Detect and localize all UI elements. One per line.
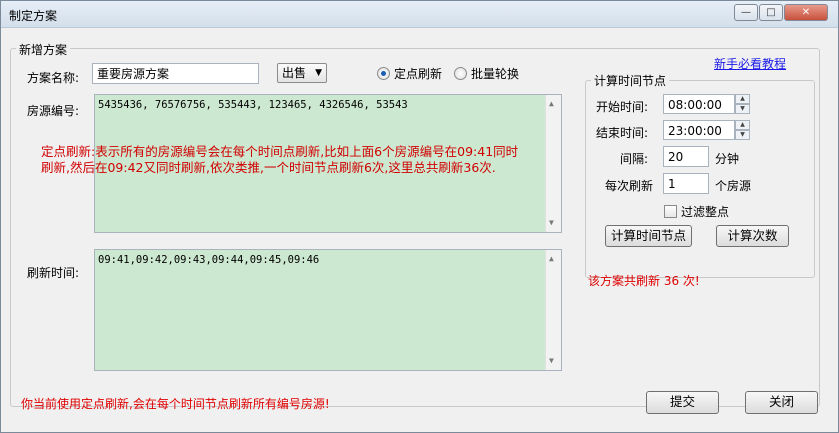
close-button[interactable]: 关闭 [745,391,818,414]
spin-down-icon[interactable]: ▼ [735,130,750,140]
interval-input[interactable]: 20 [663,146,709,167]
checkbox-unchecked-icon [664,205,677,218]
maximize-button[interactable]: □ [759,4,783,21]
close-icon: ✕ [801,7,811,18]
refresh-times-label: 刷新时间: [27,266,80,280]
sale-type-value: 出售 [282,66,307,80]
plan-dialog-window: 制定方案 — □ ✕ 新增方案 方案名称: 重要房源方案 出售 ▼ 定点刷新 批… [0,0,839,433]
radio-selected-icon [377,67,390,80]
start-time-input[interactable]: 08:00:00 [663,94,735,114]
plan-name-input[interactable]: 重要房源方案 [92,63,259,84]
start-time-label: 开始时间: [596,100,649,114]
new-plan-group-title: 新增方案 [16,41,71,58]
title-bar[interactable]: 制定方案 — □ ✕ [1,1,838,28]
explanation-line-2: 刷新,然后在09:42又同时刷新,依次类推,一个时间节点刷新6次,这里总共刷新3… [41,160,496,175]
radio-fixed-refresh[interactable]: 定点刷新 [377,65,442,82]
fixed-refresh-explanation: 定点刷新:表示所有的房源编号会在每个时间点刷新,比如上面6个房源编号在09:41… [41,144,581,176]
refresh-times-scrollbar[interactable]: ▲ ▼ [545,250,561,370]
calc-time-nodes-title: 计算时间节点 [591,72,670,89]
spin-up-icon[interactable]: ▲ [735,120,750,130]
calc-nodes-button[interactable]: 计算时间节点 [605,225,692,247]
dialog-client-area: 新增方案 方案名称: 重要房源方案 出售 ▼ 定点刷新 批量轮换 新手必看教程 … [1,28,838,433]
per-refresh-unit: 个房源 [715,179,752,193]
start-time-spin-buttons[interactable]: ▲ ▼ [735,94,750,114]
beginner-tutorial-link[interactable]: 新手必看教程 [714,55,786,72]
spin-down-icon[interactable]: ▼ [735,104,750,114]
refresh-times-value: 09:41,09:42,09:43,09:44,09:45,09:46 [98,254,320,266]
scroll-down-icon: ▼ [549,356,554,365]
scroll-up-icon: ▲ [549,254,554,263]
minimize-icon: — [741,7,751,18]
filter-whole-hour-checkbox[interactable]: 过滤整点 [664,203,729,220]
radio-unselected-icon [454,67,467,80]
close-window-button[interactable]: ✕ [784,4,828,21]
interval-label: 间隔: [620,152,649,166]
mode-status-text: 你当前使用定点刷新,会在每个时间节点刷新所有编号房源! [21,397,330,411]
radio-fixed-refresh-label: 定点刷新 [394,67,443,81]
spin-up-icon[interactable]: ▲ [735,94,750,104]
end-time-label: 结束时间: [596,126,649,140]
sale-type-select[interactable]: 出售 ▼ [277,63,327,83]
per-refresh-input[interactable]: 1 [663,173,709,194]
calc-count-button[interactable]: 计算次数 [716,225,789,247]
plan-name-label: 方案名称: [27,71,80,85]
start-time-spinner: 08:00:00 ▲ ▼ [663,94,751,114]
end-time-spin-buttons[interactable]: ▲ ▼ [735,120,750,140]
end-time-spinner: 23:00:00 ▲ ▼ [663,120,751,140]
house-ids-value: 5435436, 76576756, 535443, 123465, 43265… [98,99,408,111]
end-time-input[interactable]: 23:00:00 [663,120,735,140]
maximize-icon: □ [766,7,776,18]
scroll-down-icon: ▼ [549,218,554,227]
scroll-up-icon: ▲ [549,99,554,108]
refresh-times-textarea[interactable]: 09:41,09:42,09:43,09:44,09:45,09:46 ▲ ▼ [94,249,562,371]
refresh-count-result: 该方案共刷新 36 次! [588,274,700,288]
radio-batch-rotate[interactable]: 批量轮换 [454,65,519,82]
submit-button[interactable]: 提交 [646,391,719,414]
interval-unit: 分钟 [715,152,740,166]
radio-batch-rotate-label: 批量轮换 [471,67,520,81]
window-title: 制定方案 [9,9,58,23]
explanation-line-1: 定点刷新:表示所有的房源编号会在每个时间点刷新,比如上面6个房源编号在09:41… [41,144,519,159]
filter-whole-hour-label: 过滤整点 [681,205,730,219]
minimize-button[interactable]: — [734,4,758,21]
per-refresh-label: 每次刷新 [605,179,654,193]
house-ids-label: 房源编号: [27,104,80,118]
chevron-down-icon: ▼ [315,68,322,78]
